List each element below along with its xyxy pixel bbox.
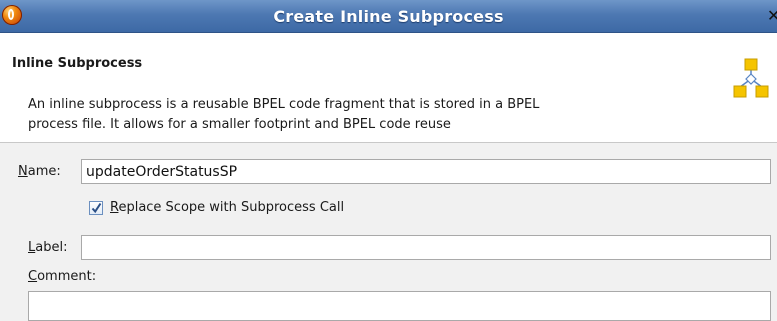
replace-scope-label[interactable]: Replace Scope with Subprocess Call [110,200,344,215]
description-line: process file. It allows for a smaller fo… [28,117,451,132]
dialog-header: Inline Subprocess An inline subprocess i… [0,33,777,143]
window-title: Create Inline Subprocess [273,7,504,26]
app-logo-icon [2,5,22,25]
checkmark-icon [91,202,102,213]
replace-scope-option[interactable]: Replace Scope with Subprocess Call [89,200,344,215]
comment-field[interactable] [28,291,771,321]
name-label: Name: [18,164,61,179]
subprocess-form: Name: Replace Scope with Subprocess Call… [0,143,777,321]
description-line: An inline subprocess is a reusable BPEL … [28,97,540,112]
header-title: Inline Subprocess [12,56,143,71]
comment-label: Comment: [28,269,97,284]
subprocess-diagram-icon [733,58,769,98]
label-label: Label: [28,240,68,255]
close-button[interactable]: ✕ [767,8,777,24]
window-title-bar[interactable]: Create Inline Subprocess ✕ [0,0,777,33]
name-field[interactable] [81,159,771,184]
header-description: An inline subprocess is a reusable BPEL … [28,95,688,135]
label-field[interactable] [81,235,771,260]
replace-scope-checkbox[interactable] [89,200,103,215]
